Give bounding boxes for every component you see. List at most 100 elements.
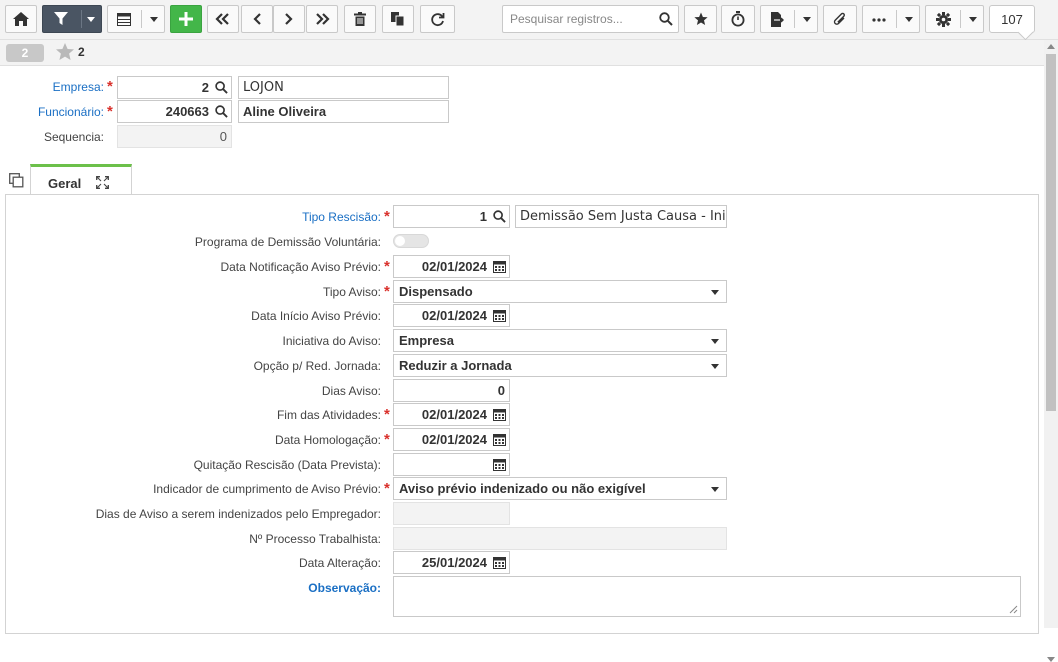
record-badge[interactable]: 2 [6, 44, 44, 62]
dias-indenizados-label: Dias de Aviso a serem indenizados pelo E… [95, 507, 381, 521]
vertical-scrollbar[interactable] [1044, 40, 1058, 662]
timer-button[interactable] [721, 5, 755, 33]
stopwatch-icon [731, 11, 745, 27]
prev-record-icon [253, 13, 261, 25]
chevron-down-icon [150, 17, 158, 22]
calendar-icon[interactable] [493, 556, 506, 569]
funcionario-code-value: 240663 [165, 104, 209, 119]
indicador-cumprimento-select[interactable]: Aviso prévio indenizado ou não exigível [393, 477, 727, 500]
star-icon [693, 12, 708, 25]
record-counter[interactable]: 107 [989, 5, 1035, 33]
tab-geral[interactable]: Geral [30, 164, 132, 195]
expand-icon[interactable] [96, 176, 109, 189]
tipo-rescisao-label[interactable]: Tipo Rescisão: [100, 210, 381, 224]
search-input[interactable] [503, 6, 653, 32]
search-icon[interactable] [493, 210, 506, 223]
funcionario-label[interactable]: Funcionário: [0, 105, 104, 119]
iniciativa-aviso-select[interactable]: Empresa [393, 329, 727, 352]
search-icon[interactable] [215, 105, 228, 118]
dias-aviso-input[interactable]: 0 [393, 379, 510, 402]
first-record-icon [215, 13, 229, 25]
more-actions-button[interactable] [862, 5, 920, 33]
required-marker: * [384, 406, 390, 423]
home-button[interactable] [5, 5, 37, 33]
tipo-aviso-value: Dispensado [399, 284, 473, 299]
delete-button[interactable] [344, 5, 376, 33]
refresh-button[interactable] [420, 5, 455, 33]
resize-grip-icon[interactable] [1009, 605, 1018, 614]
calendar-icon[interactable] [493, 260, 506, 273]
export-button[interactable] [760, 5, 818, 33]
processo-trabalhista-label: Nº Processo Trabalhista: [249, 532, 381, 546]
search-icon[interactable] [659, 12, 673, 26]
chevron-down-icon [87, 17, 95, 22]
opcao-red-jornada-select[interactable]: Reduzir a Jornada [393, 354, 727, 377]
chevron-down-icon [711, 364, 719, 369]
star-icon[interactable] [55, 42, 75, 61]
plus-icon [179, 12, 193, 26]
processo-trabalhista-field [393, 527, 727, 550]
last-record-icon [316, 13, 330, 25]
indicador-cumprimento-value: Aviso prévio indenizado ou não exigível [399, 481, 646, 496]
required-marker: * [384, 480, 390, 497]
empresa-name-field: LOJON [238, 76, 449, 99]
scroll-up-icon[interactable] [1047, 44, 1055, 49]
empresa-label[interactable]: Empresa: [0, 80, 104, 94]
data-alteracao-label: Data Alteração: [298, 556, 381, 570]
refresh-icon [431, 12, 445, 26]
data-homologacao-input[interactable]: 02/01/2024 [393, 428, 510, 451]
scrollbar-thumb[interactable] [1046, 54, 1056, 411]
observacao-textarea[interactable] [393, 576, 1021, 617]
search-icon[interactable] [215, 81, 228, 94]
delete-icon [354, 12, 366, 26]
more-icon [872, 18, 886, 22]
tipo-rescisao-code-value: 1 [479, 209, 487, 224]
fim-atividades-input[interactable]: 02/01/2024 [393, 403, 510, 426]
data-inicio-aviso-input[interactable]: 02/01/2024 [393, 304, 510, 327]
tab-geral-label: Geral [48, 176, 82, 191]
calendar-icon[interactable] [493, 458, 506, 471]
data-notificacao-input[interactable]: 02/01/2024 [393, 255, 510, 278]
dias-aviso-label: Dias Aviso: [321, 384, 381, 398]
prev-record-button[interactable] [241, 5, 273, 33]
tipo-aviso-label: Tipo Aviso: [322, 285, 381, 299]
funcionario-code-input[interactable]: 240663 [117, 100, 232, 123]
paperclip-icon [833, 12, 845, 25]
favorite-button[interactable] [684, 5, 717, 33]
observacao-label[interactable]: Observação: [100, 581, 381, 595]
calendar-icon[interactable] [493, 309, 506, 322]
required-marker: * [384, 431, 390, 448]
empresa-code-input[interactable]: 2 [117, 76, 232, 99]
programa-demissao-toggle[interactable] [393, 234, 429, 248]
next-record-button[interactable] [273, 5, 305, 33]
data-homologacao-value: 02/01/2024 [421, 432, 487, 447]
tipo-rescisao-code-input[interactable]: 1 [393, 205, 510, 228]
attachment-button[interactable] [823, 5, 857, 33]
chevron-down-icon [711, 290, 719, 295]
file-export-icon [771, 12, 784, 27]
tipo-aviso-select[interactable]: Dispensado [393, 280, 727, 303]
empresa-code-value: 2 [201, 80, 209, 95]
quitacao-rescisao-input[interactable] [393, 453, 510, 476]
required-marker: * [107, 78, 113, 95]
data-alteracao-input[interactable]: 25/01/2024 [393, 551, 510, 574]
opcao-red-jornada-value: Reduzir a Jornada [399, 358, 512, 373]
quitacao-rescisao-label: Quitação Rescisão (Data Prevista): [193, 458, 381, 472]
last-record-button[interactable] [306, 5, 338, 33]
calendar-icon[interactable] [493, 408, 506, 421]
duplicate-panel-icon[interactable] [9, 173, 24, 188]
filter-button[interactable] [42, 5, 102, 33]
indicador-cumprimento-label: Indicador de cumprimento de Aviso Prévio… [153, 482, 381, 496]
calendar-icon[interactable] [493, 433, 506, 446]
home-icon [13, 12, 29, 26]
scroll-down-icon[interactable] [1047, 657, 1055, 662]
grid-view-button[interactable] [107, 5, 165, 33]
add-record-button[interactable] [170, 5, 202, 33]
copy-button[interactable] [382, 5, 414, 33]
data-alteracao-value: 25/01/2024 [421, 555, 487, 570]
tipo-rescisao-description: Demissão Sem Justa Causa - Inic [515, 205, 727, 228]
first-record-button[interactable] [207, 5, 239, 33]
required-marker: * [384, 283, 390, 300]
filter-icon [54, 12, 68, 25]
settings-button[interactable] [925, 5, 984, 33]
